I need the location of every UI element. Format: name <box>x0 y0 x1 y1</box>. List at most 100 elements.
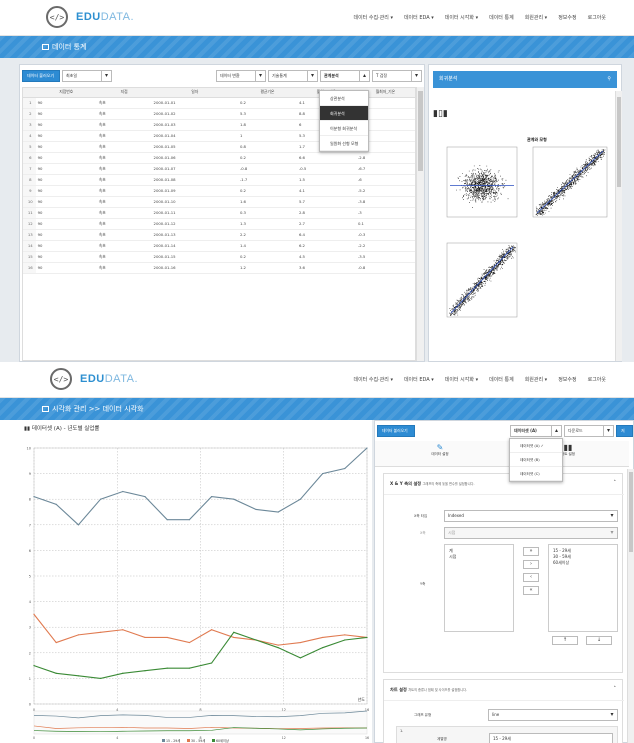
data-point[interactable] <box>55 672 57 674</box>
menu-members[interactable]: 회원관리 ▾ <box>525 376 548 383</box>
table-row[interactable]: 14 90 속초 2000-01-14 1.4 6.2 -2.2 <box>23 240 415 252</box>
data-point[interactable] <box>233 631 235 633</box>
table-row[interactable]: 12 90 속초 2000-01-12 1.3 2.7 0.1 <box>23 218 415 230</box>
search-icon[interactable]: ⚲ <box>607 71 611 88</box>
data-point[interactable] <box>77 524 79 526</box>
data-point[interactable] <box>166 519 168 521</box>
column-header[interactable] <box>23 88 36 98</box>
data-point[interactable] <box>366 447 368 449</box>
data-point[interactable] <box>366 636 368 639</box>
menu-profile[interactable]: 정보수정 <box>558 14 576 21</box>
menu-data-collect[interactable]: 데이터 수집·관리 ▾ <box>353 14 392 21</box>
table-row[interactable]: 15 90 속초 2000-01-15 0.2 4.5 -3.5 <box>23 251 415 263</box>
data-point[interactable] <box>122 629 124 631</box>
data-point[interactable] <box>233 636 235 639</box>
load-data-button[interactable]: 데이터 불러오기 <box>377 425 415 437</box>
analysis-menu-item[interactable]: 회귀분석 <box>320 106 368 121</box>
x-type-select[interactable]: Indexed ▾ <box>444 510 618 522</box>
data-point[interactable] <box>33 496 35 498</box>
data-point[interactable] <box>55 503 57 505</box>
table-row[interactable]: 10 90 속초 2000-01-10 1.6 5.7 -3.8 <box>23 196 415 208</box>
table-row[interactable]: 11 90 속초 2000-01-11 0.3 2.8 -3 <box>23 207 415 219</box>
series-name-input[interactable]: 15 - 29세 <box>489 733 613 743</box>
table-row[interactable]: 7 90 속초 2000-01-07 -0.8 -0.5 -6.7 <box>23 163 415 175</box>
data-point[interactable] <box>255 639 257 641</box>
brand-logo[interactable]: </> EDUDATA. <box>46 6 134 28</box>
scrollbar-thumb[interactable] <box>617 97 621 187</box>
menu-data-eda[interactable]: 데이터 EDA ▾ <box>404 376 434 383</box>
dataset-menu-item[interactable]: 데이터셋 (B) <box>510 453 562 467</box>
data-point[interactable] <box>277 644 279 646</box>
column-header[interactable]: 평균기온 <box>237 88 297 98</box>
analysis-menu-item[interactable]: 상관분석 <box>320 91 368 106</box>
data-point[interactable] <box>255 508 257 511</box>
legend-label[interactable]: 30 - 59세 <box>191 738 205 743</box>
data-point[interactable] <box>344 639 346 641</box>
legend-label[interactable]: 15 - 29세 <box>166 738 180 743</box>
menu-members[interactable]: 회원관리 ▾ <box>525 14 548 21</box>
data-point[interactable] <box>100 631 102 633</box>
table-row[interactable]: 6 90 속초 2000-01-06 0.2 6.6 -2.8 <box>23 152 415 164</box>
analysis-select[interactable]: 관계분석 ▴ <box>320 70 370 82</box>
table-row[interactable]: 8 90 속초 2000-01-08 -1.7 1.5 -6 <box>23 174 415 186</box>
data-point[interactable] <box>233 498 235 500</box>
move-left-button[interactable]: ‹ <box>523 573 539 582</box>
menu-data-visualize[interactable]: 데이터 시각화 ▾ <box>445 14 478 21</box>
dataset-select[interactable]: 데이터셋 (A) ▴ <box>510 425 562 437</box>
data-point[interactable] <box>77 634 79 636</box>
save-button[interactable]: 저장 <box>616 425 633 443</box>
menu-logout[interactable]: 로그아웃 <box>588 14 606 21</box>
data-point[interactable] <box>166 636 168 639</box>
data-point[interactable] <box>33 613 35 615</box>
move-all-right-button[interactable]: » <box>523 547 539 556</box>
download-select[interactable]: 다운로드 ▾ <box>564 425 614 437</box>
column-header[interactable]: 지점번호 <box>35 88 97 98</box>
panel-scrollbar[interactable] <box>627 469 634 743</box>
data-point[interactable] <box>344 467 346 470</box>
menu-profile[interactable]: 정보수정 <box>558 376 576 383</box>
data-point[interactable] <box>144 496 146 498</box>
descriptive-select[interactable]: 기술통계 ▾ <box>268 70 318 82</box>
data-point[interactable] <box>299 498 301 500</box>
tab-data-settings[interactable]: ✎ 데이터 설정 <box>425 443 455 457</box>
data-point[interactable] <box>77 675 79 677</box>
data-point[interactable] <box>277 511 279 513</box>
analysis-menu-item[interactable]: 이분형 회귀분석 <box>320 121 368 136</box>
data-point[interactable] <box>322 647 324 649</box>
dataset-select[interactable]: 최초일 ▾ <box>62 70 112 82</box>
table-scrollbar[interactable] <box>416 87 424 361</box>
transform-select[interactable]: 데이터 변환 ▾ <box>216 70 266 82</box>
data-point[interactable] <box>144 670 146 672</box>
data-point[interactable] <box>211 629 213 631</box>
column-header[interactable]: 일자 <box>151 88 238 98</box>
menu-data-visualize[interactable]: 데이터 시각화 ▾ <box>445 376 478 383</box>
scrollbar-thumb[interactable] <box>629 472 633 552</box>
collapse-icon[interactable]: ˄ <box>614 686 617 692</box>
data-point[interactable] <box>322 636 324 639</box>
collapse-icon[interactable]: ˄ <box>614 480 617 486</box>
data-point[interactable] <box>188 667 190 669</box>
data-point[interactable] <box>188 641 190 644</box>
data-point[interactable] <box>33 665 35 667</box>
list-item[interactable]: 시점 <box>449 554 509 560</box>
move-down-button[interactable]: ↓ <box>586 636 612 645</box>
menu-data-eda[interactable]: 데이터 EDA ▾ <box>404 14 434 21</box>
data-point[interactable] <box>299 641 301 644</box>
x-axis-select[interactable]: 시점 ▾ <box>444 527 618 539</box>
panel-scrollbar[interactable] <box>615 91 622 361</box>
list-item[interactable]: 60세이상 <box>553 560 613 566</box>
move-all-left-button[interactable]: « <box>523 586 539 595</box>
column-header[interactable]: 지점 <box>96 88 152 98</box>
scrollbar-thumb[interactable] <box>418 91 423 171</box>
data-point[interactable] <box>122 672 124 674</box>
dataset-menu-item[interactable]: 데이터셋 (C) <box>510 467 562 481</box>
move-right-button[interactable]: › <box>523 560 539 569</box>
load-data-button[interactable]: 데이터 불러오기 <box>22 70 60 82</box>
data-point[interactable] <box>344 634 346 636</box>
table-row[interactable]: 16 90 속초 2000-01-16 1.2 3.6 -0.8 <box>23 262 415 274</box>
data-point[interactable] <box>188 519 190 521</box>
data-point[interactable] <box>322 473 324 475</box>
data-point[interactable] <box>277 647 279 649</box>
data-point[interactable] <box>100 498 102 500</box>
data-point[interactable] <box>166 667 168 669</box>
